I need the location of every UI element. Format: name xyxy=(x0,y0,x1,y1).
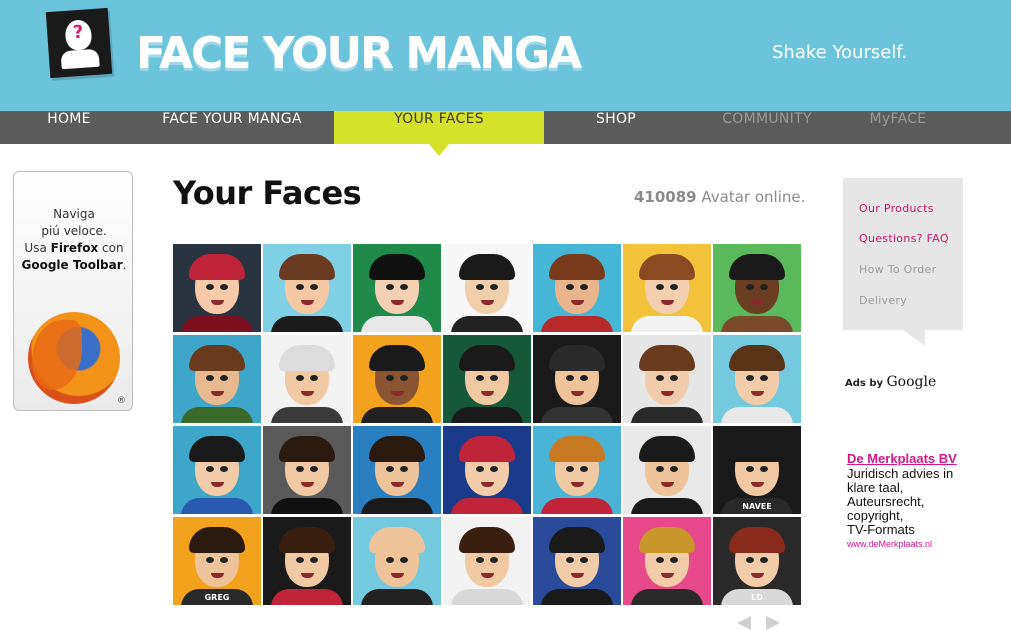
brand-wordmark[interactable]: FACE YOUR MANGA xyxy=(136,28,582,79)
nav-home[interactable]: HOME xyxy=(0,111,138,144)
pager-prev-arrow-icon[interactable] xyxy=(737,616,751,630)
avatar-thumbnail[interactable] xyxy=(353,517,441,605)
avatar-thumbnail[interactable] xyxy=(623,426,711,514)
nav-myface[interactable]: MyFACE xyxy=(846,111,950,144)
avatar-thumbnail[interactable]: GREG xyxy=(173,517,261,605)
avatar-thumbnail[interactable] xyxy=(443,335,531,423)
firefox-promo[interactable]: Naviga piú veloce. Usa Firefox con Googl… xyxy=(13,171,133,411)
avatar-thumbnail[interactable] xyxy=(533,517,621,605)
avatar-thumbnail[interactable] xyxy=(173,426,261,514)
avatar-thumbnail[interactable] xyxy=(443,517,531,605)
side-link-how-to-order[interactable]: How To Order xyxy=(859,263,936,276)
ad-title-link[interactable]: De Merkplaats BV xyxy=(847,451,997,466)
avatar-thumbnail[interactable] xyxy=(713,335,801,423)
avatar-thumbnail[interactable] xyxy=(623,517,711,605)
avatar-thumbnail[interactable] xyxy=(533,335,621,423)
avatar-thumbnail[interactable] xyxy=(173,335,261,423)
avatar-thumbnail[interactable] xyxy=(443,244,531,332)
avatar-thumbnail[interactable] xyxy=(353,335,441,423)
avatar-thumbnail[interactable]: NAVEE xyxy=(713,426,801,514)
nav-your-faces[interactable]: YOUR FACES xyxy=(334,111,544,144)
avatar-name-label: GREG xyxy=(204,593,230,602)
avatar-thumbnail[interactable] xyxy=(263,517,351,605)
tagline: Shake Yourself. xyxy=(772,42,908,63)
ad-body: Juridisch advies in klare taal, Auteursr… xyxy=(847,466,954,537)
nav-active-indicator xyxy=(429,144,449,156)
avatar-thumbnail[interactable] xyxy=(263,244,351,332)
side-link-delivery[interactable]: Delivery xyxy=(859,294,907,307)
avatar-thumbnail[interactable] xyxy=(263,335,351,423)
avatar-thumbnail[interactable] xyxy=(443,426,531,514)
nav-community[interactable]: COMMUNITY xyxy=(688,111,846,144)
avatar-thumbnail[interactable] xyxy=(353,426,441,514)
side-menu: Our Products Questions? FAQ How To Order… xyxy=(843,178,963,346)
promo-text: Naviga piú veloce. Usa Firefox con Googl… xyxy=(21,207,127,272)
side-link-faq[interactable]: Questions? FAQ xyxy=(859,232,949,245)
avatar-thumbnail[interactable] xyxy=(173,244,261,332)
avatar-name-label: LD xyxy=(751,593,763,602)
firefox-logo-icon: ® xyxy=(28,312,126,406)
page-title: Your Faces xyxy=(173,174,362,212)
ads-by-google[interactable]: Ads by Google xyxy=(845,374,936,390)
avatar-thumbnail[interactable] xyxy=(533,426,621,514)
avatar-thumbnail[interactable] xyxy=(623,244,711,332)
side-link-our-products[interactable]: Our Products xyxy=(859,202,934,215)
site-header: ? FACE YOUR MANGA Shake Yourself. xyxy=(0,0,1011,111)
avatar-name-label: NAVEE xyxy=(742,502,772,511)
avatar-thumbnail[interactable] xyxy=(623,335,711,423)
nav-face-your-manga[interactable]: FACE YOUR MANGA xyxy=(138,111,326,144)
avatar-thumbnail[interactable] xyxy=(713,244,801,332)
main-nav: HOME FACE YOUR MANGA YOUR FACES SHOP COM… xyxy=(0,111,1011,144)
logo-icon[interactable]: ? xyxy=(45,7,113,79)
avatar-thumbnail[interactable] xyxy=(353,244,441,332)
avatar-grid: NAVEE GREG LD xyxy=(173,244,803,608)
text-ad[interactable]: De Merkplaats BV Juridisch advies in kla… xyxy=(847,451,997,549)
avatar-online-count: 410089 Avatar online. xyxy=(634,188,806,206)
ad-url[interactable]: www.deMerkplaats.nl xyxy=(847,539,997,549)
avatar-thumbnail[interactable] xyxy=(263,426,351,514)
nav-shop[interactable]: SHOP xyxy=(544,111,688,144)
avatar-thumbnail[interactable]: LD xyxy=(713,517,801,605)
pager-next-arrow-icon[interactable] xyxy=(766,616,780,630)
avatar-thumbnail[interactable] xyxy=(533,244,621,332)
